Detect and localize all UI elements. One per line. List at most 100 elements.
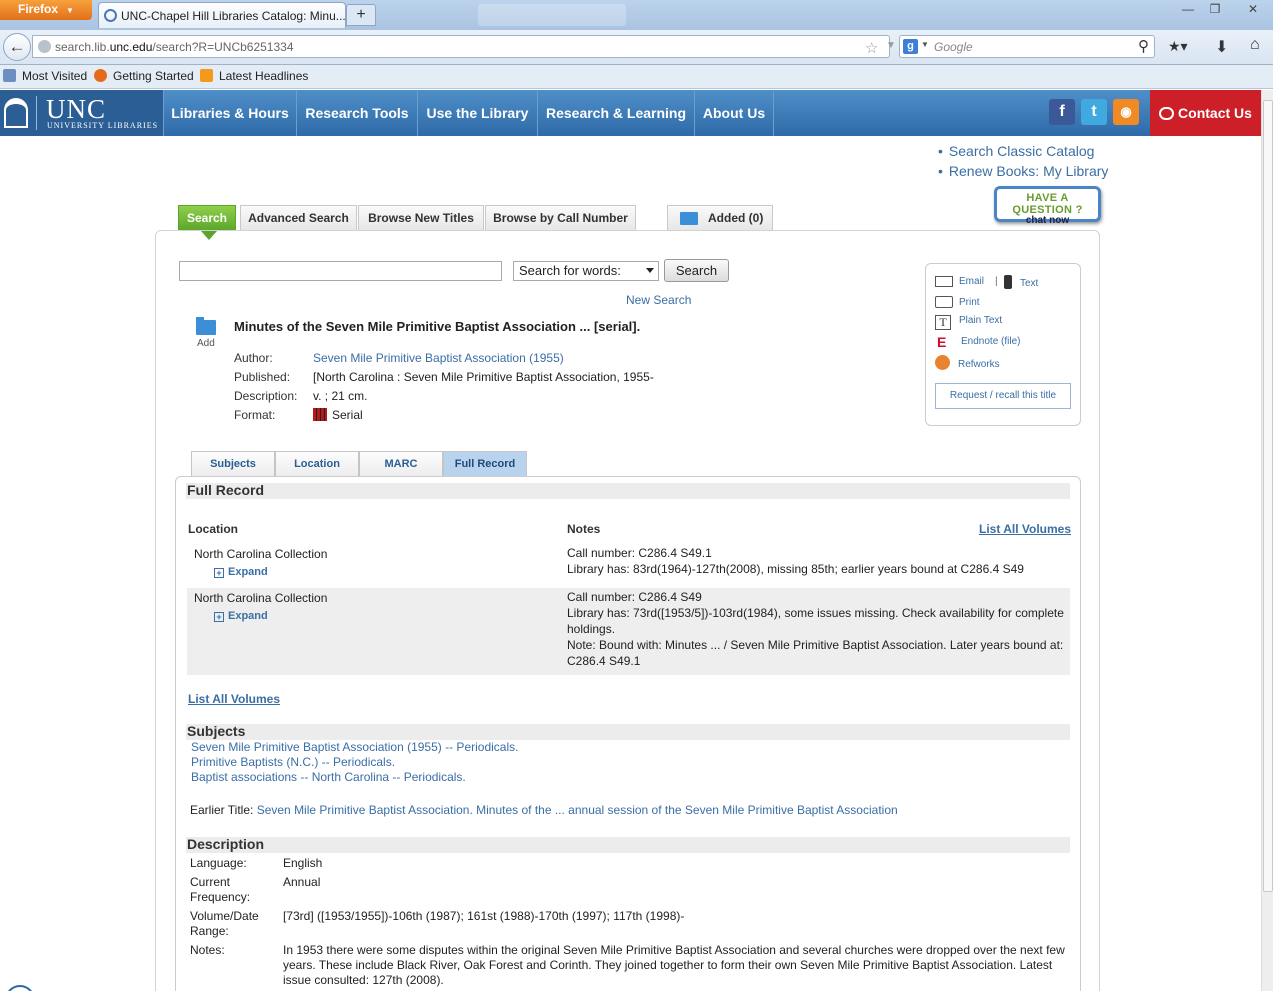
call-number: Call number: C286.4 S49.1	[567, 546, 712, 560]
search-button[interactable]: Search	[664, 259, 729, 282]
google-icon[interactable]: g	[903, 39, 918, 54]
tool-label: Endnote (file)	[961, 336, 1021, 347]
firefox-menu-label: Firefox	[18, 2, 59, 16]
description-heading: Description	[186, 837, 1070, 853]
tab-browse-new-titles[interactable]: Browse New Titles	[358, 205, 484, 231]
new-search-link[interactable]: New Search	[626, 293, 691, 307]
add-folder-icon[interactable]	[196, 317, 216, 335]
tool-label: Refworks	[958, 359, 1000, 370]
nav-libraries-hours[interactable]: Libraries & Hours	[163, 90, 296, 136]
subject-link[interactable]: Seven Mile Primitive Baptist Association…	[191, 740, 518, 754]
minimize-button[interactable]: —	[1173, 0, 1203, 18]
meta-label-author: Author:	[234, 351, 273, 365]
search-classic-catalog-link[interactable]: Search Classic Catalog	[938, 143, 1095, 159]
browser-tab-active[interactable]: UNC-Chapel Hill Libraries Catalog: Minu.…	[98, 2, 346, 28]
bound-with-note: Note: Bound with: Minutes ... / Seven Mi…	[567, 638, 1064, 668]
tab-full-record[interactable]: Full Record	[443, 451, 527, 477]
select-value: Search for words:	[519, 263, 621, 278]
vertical-scrollbar[interactable]	[1261, 90, 1273, 991]
tab-marc[interactable]: MARC	[359, 451, 443, 477]
contact-label: Contact Us	[1178, 105, 1252, 121]
endnote-link[interactable]: E Endnote (file)	[937, 335, 1020, 349]
firefox-menu-button[interactable]: Firefox ▼	[0, 0, 92, 20]
tab-title: UNC-Chapel Hill Libraries Catalog: Minu.…	[121, 9, 346, 23]
expand-label: Expand	[228, 610, 268, 622]
feedback-widget-icon[interactable]	[5, 985, 35, 991]
close-window-button[interactable]: ✕	[1238, 0, 1268, 18]
tab-location[interactable]: Location	[275, 451, 359, 477]
bookmark-getting-started[interactable]: Getting Started	[94, 69, 194, 83]
bookmark-star-icon[interactable]: ☆	[865, 39, 878, 57]
tab-search[interactable]: Search	[178, 205, 236, 240]
list-all-volumes-link[interactable]: List All Volumes	[979, 522, 1071, 536]
bookmarks-menu-icon[interactable]: ★▾	[1168, 38, 1188, 55]
earlier-title-link[interactable]: Seven Mile Primitive Baptist Association…	[257, 803, 898, 817]
unc-logo[interactable]: UNC UNIVERSITY LIBRARIES	[0, 90, 163, 136]
expand-label: Expand	[228, 566, 268, 578]
bookmark-label: Most Visited	[22, 69, 88, 83]
author-link[interactable]: Seven Mile Primitive Baptist Association…	[313, 351, 564, 365]
tab-added-items[interactable]: Added (0)	[667, 205, 773, 231]
nav-research-learning[interactable]: Research & Learning	[537, 90, 694, 136]
search-engine-input[interactable]: g ▼ Google ⚲	[899, 35, 1155, 58]
holdings-notes-header: Notes	[567, 522, 601, 536]
holding-location: North Carolina Collection	[194, 591, 328, 605]
bookmark-label: Getting Started	[113, 69, 194, 83]
url-history-dropdown-icon[interactable]: ▼	[886, 40, 896, 51]
tab-subjects[interactable]: Subjects	[191, 451, 275, 477]
firefox-icon	[94, 69, 107, 82]
print-link[interactable]: Print	[935, 296, 980, 308]
tab-browse-call-number[interactable]: Browse by Call Number	[485, 205, 636, 231]
refworks-link[interactable]: Refworks	[935, 355, 1000, 370]
folder-icon	[680, 212, 698, 225]
expand-holding-button[interactable]: + Expand	[214, 566, 268, 578]
desc-value: [73rd] ([1953/1955])-106th (1987); 161st…	[283, 909, 685, 923]
twitter-icon[interactable]: t	[1081, 99, 1107, 125]
tool-label: Plain Text	[959, 315, 1003, 326]
plain-text-link[interactable]: T Plain Text	[935, 315, 1002, 330]
add-label[interactable]: Add	[197, 338, 215, 349]
background-tab-ghost	[478, 4, 626, 26]
url-bar[interactable]: search.lib.unc.edu/search?R=UNCb6251334 …	[32, 35, 916, 58]
bookmark-latest-headlines[interactable]: Latest Headlines	[200, 69, 308, 83]
email-link[interactable]: Email	[935, 276, 984, 287]
plus-icon: +	[214, 612, 224, 622]
facebook-icon[interactable]: f	[1049, 99, 1075, 125]
site-identity-icon[interactable]	[38, 40, 51, 53]
nav-use-the-library[interactable]: Use the Library	[417, 90, 537, 136]
download-arrow-icon[interactable]: ⬇	[1215, 37, 1228, 57]
earlier-title: Earlier Title: Seven Mile Primitive Bapt…	[190, 803, 898, 817]
renew-books-link[interactable]: Renew Books: My Library	[938, 163, 1109, 179]
catalog-search-input[interactable]	[179, 261, 502, 281]
nav-about-us[interactable]: About Us	[694, 90, 774, 136]
subject-link[interactable]: Baptist associations -- North Carolina -…	[191, 770, 466, 784]
contact-us-button[interactable]: Contact Us	[1150, 90, 1261, 136]
list-all-volumes-link[interactable]: List All Volumes	[188, 692, 280, 706]
subjects-heading: Subjects	[186, 724, 1070, 740]
meta-label-format: Format:	[234, 408, 276, 422]
logo-divider	[36, 96, 37, 130]
search-icon[interactable]: ⚲	[1138, 37, 1149, 55]
tab-advanced-search[interactable]: Advanced Search	[240, 205, 357, 231]
holding-notes: Call number: C286.4 S49 Library has: 73r…	[567, 589, 1069, 669]
expand-holding-button[interactable]: + Expand	[214, 610, 268, 622]
scrollbar-thumb[interactable]	[1263, 100, 1273, 892]
request-recall-button[interactable]: Request / recall this title	[935, 383, 1071, 409]
chevron-down-icon[interactable]: ▼	[921, 40, 929, 49]
back-arrow-icon[interactable]: ←	[3, 33, 31, 61]
holdings-location-header: Location	[188, 522, 238, 536]
rss-icon[interactable]: ◉	[1113, 99, 1139, 125]
bookmark-most-visited[interactable]: Most Visited	[3, 69, 87, 83]
desc-value: In 1953 there were some disputes within …	[283, 943, 1065, 987]
library-has: Library has: 73rd([1953/5])-103rd(1984),…	[567, 606, 1064, 636]
chat-now-button[interactable]: HAVE A QUESTION ? chat now	[994, 186, 1101, 226]
home-icon[interactable]: ⌂	[1250, 36, 1260, 54]
search-type-select[interactable]: Search for words:	[513, 261, 659, 281]
maximize-button[interactable]: ❐	[1200, 0, 1230, 18]
url-path: /search?R=UNCb6251334	[152, 40, 294, 54]
text-message-link[interactable]: Text	[1004, 275, 1038, 289]
subject-link[interactable]: Primitive Baptists (N.C.) -- Periodicals…	[191, 755, 395, 769]
tab-favicon-icon	[104, 9, 117, 22]
new-tab-button[interactable]: +	[346, 4, 376, 26]
nav-research-tools[interactable]: Research Tools	[296, 90, 417, 136]
